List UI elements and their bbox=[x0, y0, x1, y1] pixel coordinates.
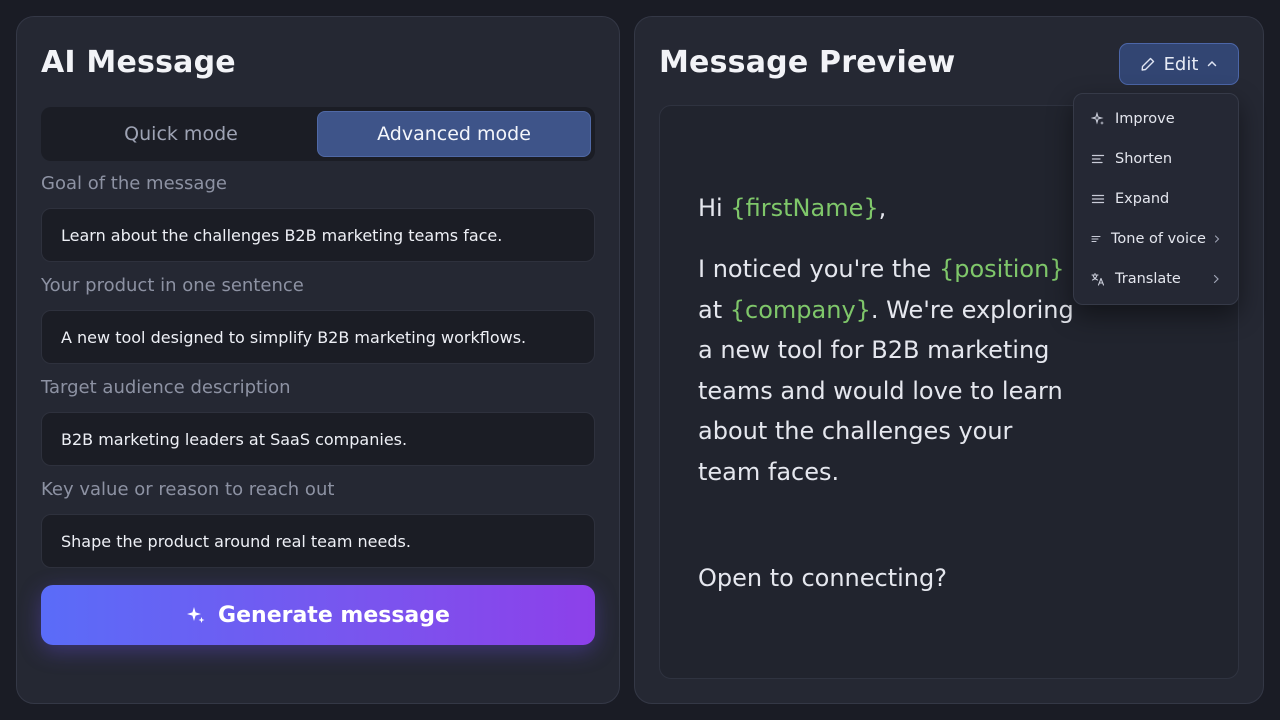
edit-dropdown-menu: Improve Shorten Expand Tone of voice Tra… bbox=[1073, 93, 1239, 305]
menu-item-translate[interactable]: Translate bbox=[1074, 259, 1238, 299]
generate-label: Generate message bbox=[218, 602, 450, 628]
menu-item-label: Expand bbox=[1115, 191, 1170, 207]
shorten-icon bbox=[1091, 152, 1105, 166]
body-intro: I noticed you're the bbox=[698, 255, 932, 283]
greeting-punct: , bbox=[878, 194, 887, 222]
goal-input[interactable]: Learn about the challenges B2B marketing… bbox=[41, 208, 595, 262]
menu-item-expand[interactable]: Expand bbox=[1074, 179, 1238, 219]
greeting-text: Hi bbox=[698, 194, 723, 222]
body-at: at bbox=[698, 295, 723, 324]
value-label: Key value or reason to reach out bbox=[41, 479, 335, 500]
chevron-right-icon bbox=[1213, 259, 1220, 299]
sparkle-icon bbox=[186, 605, 206, 625]
translate-icon bbox=[1091, 272, 1105, 286]
menu-item-label: Tone of voice bbox=[1111, 231, 1206, 247]
audience-label: Target audience description bbox=[41, 377, 291, 398]
goal-label: Goal of the message bbox=[41, 173, 227, 194]
company-variable: {company} bbox=[729, 295, 871, 324]
product-input[interactable]: A new tool designed to simplify B2B mark… bbox=[41, 310, 595, 364]
position-variable: {position} bbox=[938, 255, 1065, 283]
edit-label: Edit bbox=[1163, 53, 1199, 75]
message-greeting: Hi {firstName}, bbox=[698, 188, 1078, 229]
menu-item-improve[interactable]: Improve bbox=[1074, 99, 1238, 139]
advanced-mode-tab[interactable]: Advanced mode bbox=[317, 111, 591, 157]
first-name-variable: {firstName} bbox=[730, 194, 879, 222]
quick-mode-tab[interactable]: Quick mode bbox=[45, 111, 317, 157]
message-closing: Open to connecting? bbox=[698, 564, 947, 592]
chevron-up-icon bbox=[1206, 58, 1218, 70]
panel-title: AI Message bbox=[41, 45, 236, 80]
product-label: Your product in one sentence bbox=[41, 275, 304, 296]
panel-title: Message Preview bbox=[659, 45, 956, 80]
body-rest: . We're exploring a new tool for B2B mar… bbox=[698, 295, 1074, 486]
value-input[interactable]: Shape the product around real team needs… bbox=[41, 514, 595, 568]
edit-button[interactable]: Edit bbox=[1119, 43, 1239, 85]
menu-item-tone-of-voice[interactable]: Tone of voice bbox=[1074, 219, 1238, 259]
expand-icon bbox=[1091, 192, 1105, 206]
chevron-right-icon bbox=[1214, 219, 1220, 259]
ai-message-panel: AI Message Quick mode Advanced mode Goal… bbox=[16, 16, 620, 704]
tone-icon bbox=[1091, 232, 1101, 246]
menu-item-label: Translate bbox=[1115, 271, 1181, 287]
menu-item-label: Improve bbox=[1115, 111, 1175, 127]
sparkle-icon bbox=[1091, 112, 1105, 126]
menu-item-shorten[interactable]: Shorten bbox=[1074, 139, 1238, 179]
mode-switch: Quick mode Advanced mode bbox=[41, 107, 595, 161]
pencil-icon bbox=[1140, 56, 1156, 72]
audience-input[interactable]: B2B marketing leaders at SaaS companies. bbox=[41, 412, 595, 466]
message-body: I noticed you're the {position} at {comp… bbox=[698, 249, 1078, 492]
menu-item-label: Shorten bbox=[1115, 151, 1173, 167]
generate-message-button[interactable]: Generate message bbox=[41, 585, 595, 645]
